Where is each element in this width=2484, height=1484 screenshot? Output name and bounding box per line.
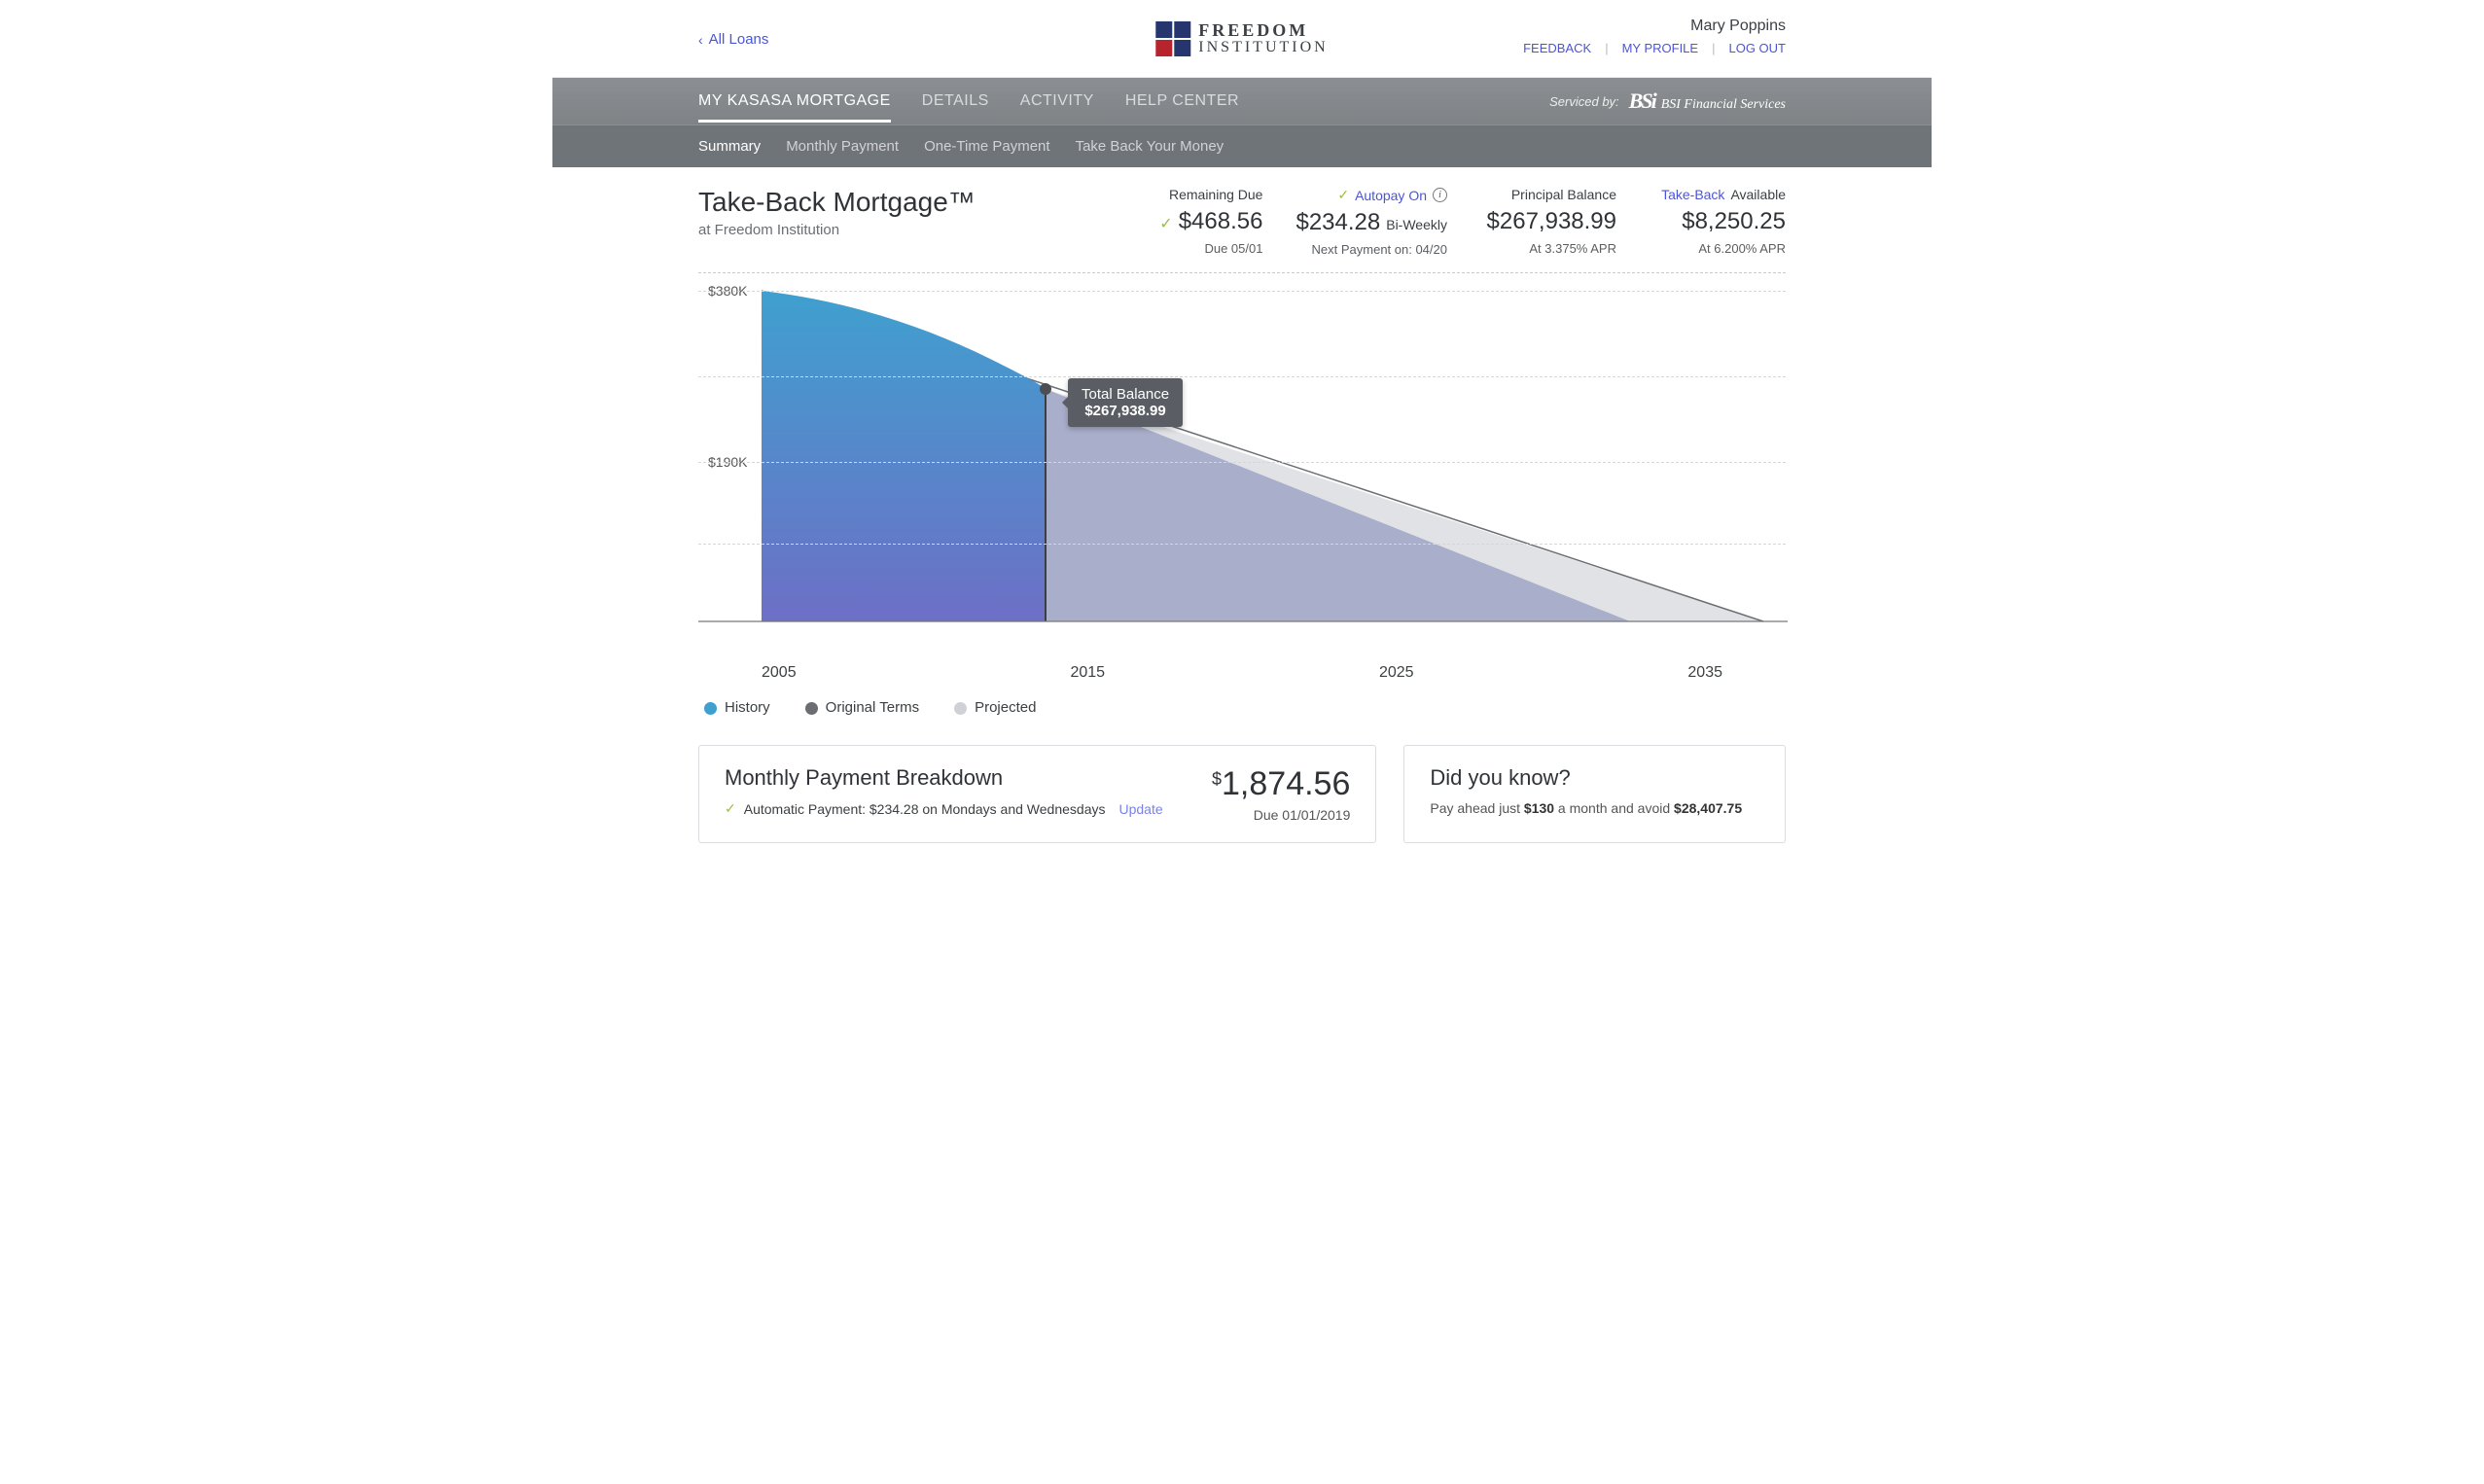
brand-line1: FREEDOM [1198,21,1328,40]
brand-mark-icon [1155,21,1190,56]
card-did-you-know: Did you know? Pay ahead just $130 a mont… [1403,745,1786,843]
serviced-by: Serviced by: BSiBSI Financial Services [1549,78,1786,124]
tab-help-center[interactable]: HELP CENTER [1125,80,1239,123]
x-tick: 2015 [1070,664,1105,682]
stat-principal-balance: Principal Balance $267,938.99 At 3.375% … [1480,187,1616,257]
auto-payment-text: Automatic Payment: $234.28 on Mondays an… [744,801,1106,817]
subtab-summary[interactable]: Summary [698,138,761,155]
check-icon: ✓ [1337,187,1349,203]
info-icon[interactable]: i [1433,188,1447,202]
autopay-link[interactable]: Autopay On [1355,188,1427,203]
subtab-one-time-payment[interactable]: One-Time Payment [924,138,1050,155]
back-label: All Loans [709,31,769,48]
tab-my-kasasa-mortgage[interactable]: MY KASASA MORTGAGE [698,80,891,123]
tip-text: Pay ahead just $130 a month and avoid $2… [1430,800,1759,816]
card-monthly-breakdown: Monthly Payment Breakdown ✓ Automatic Pa… [698,745,1376,843]
chart-legend: History Original Terms Projected [704,699,1786,716]
subtab-monthly-payment[interactable]: Monthly Payment [786,138,899,155]
my-profile-link[interactable]: MY PROFILE [1622,41,1699,55]
balance-chart: $380K $190K [698,281,1786,651]
tab-activity[interactable]: ACTIVITY [1020,80,1094,123]
back-all-loans-link[interactable]: ‹ All Loans [698,31,768,48]
stat-take-back: Take-Back Available $8,250.25 At 6.200% … [1650,187,1786,257]
breakdown-amount: $1,874.56 Due 01/01/2019 [1212,765,1350,823]
chart-x-axis: 2005 2015 2025 2035 [762,664,1722,682]
subtab-take-back[interactable]: Take Back Your Money [1076,138,1224,155]
x-tick: 2005 [762,664,797,682]
topbar: ‹ All Loans FREEDOM INSTITUTION Mary Pop… [552,0,1932,78]
legend-item-history: History [704,699,770,716]
serviced-label: Serviced by: [1549,94,1619,109]
chart-svg [698,281,1788,631]
feedback-link[interactable]: FEEDBACK [1523,41,1591,55]
stat-autopay: ✓ Autopay On i $234.28Bi-Weekly Next Pay… [1295,187,1447,257]
main-nav: MY KASASA MORTGAGE DETAILS ACTIVITY HELP… [552,78,1932,124]
log-out-link[interactable]: LOG OUT [1728,41,1786,55]
tab-details[interactable]: DETAILS [922,80,989,123]
user-name: Mary Poppins [1523,18,1786,35]
tooltip-title: Total Balance [1082,386,1169,403]
chevron-left-icon: ‹ [698,32,703,48]
summary-header: Take-Back Mortgage™ at Freedom Instituti… [698,181,1786,273]
sub-nav: Summary Monthly Payment One-Time Payment… [552,124,1932,167]
separator: | [1712,41,1715,55]
page-title: Take-Back Mortgage™ [698,187,976,218]
take-back-link[interactable]: Take-Back [1661,187,1724,202]
brand-line2: INSTITUTION [1198,40,1328,56]
tip-heading: Did you know? [1430,765,1759,791]
bsi-logo-icon: BSiBSI Financial Services [1629,90,1786,112]
tooltip-value: $267,938.99 [1082,403,1169,419]
update-autopay-link[interactable]: Update [1118,801,1162,817]
breakdown-heading: Monthly Payment Breakdown [725,765,1163,791]
check-icon: ✓ [1159,214,1172,233]
page-subtitle: at Freedom Institution [698,222,976,238]
x-tick: 2025 [1379,664,1414,682]
breakdown-due: Due 01/01/2019 [1212,807,1350,823]
stat-remaining-due: Remaining Due ✓$468.56 Due 05/01 [1126,187,1262,257]
brand-logo: FREEDOM INSTITUTION [1155,21,1328,56]
user-block: Mary Poppins FEEDBACK | MY PROFILE | LOG… [1523,18,1786,55]
check-icon: ✓ [725,800,736,817]
separator: | [1605,41,1608,55]
x-tick: 2035 [1687,664,1722,682]
chart-tooltip: Total Balance $267,938.99 [1068,378,1183,427]
legend-item-projected: Projected [954,699,1036,716]
legend-item-original: Original Terms [805,699,919,716]
